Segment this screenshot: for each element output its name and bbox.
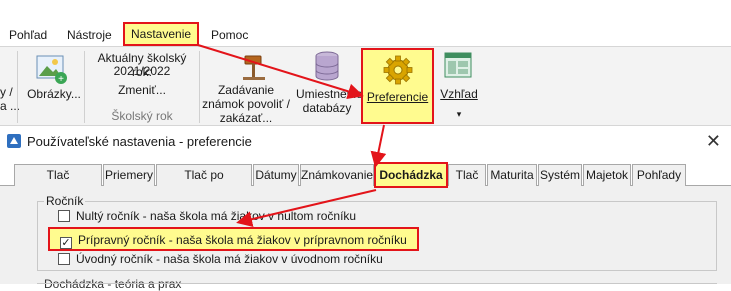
- dialog-titlebar: Používateľské nastavenia - preferencie ✕: [0, 128, 731, 154]
- gear-icon: [383, 55, 413, 85]
- tab-dates[interactable]: Dátumy: [253, 164, 299, 186]
- menu-help[interactable]: Pomoc: [211, 26, 248, 44]
- partial-left-label: y / a ...: [0, 85, 21, 113]
- intro-grade-option[interactable]: Úvodný ročník - naša škola má žiakov v ú…: [58, 252, 383, 268]
- ribbon-separator: [17, 51, 18, 123]
- group-title: Ročník: [44, 194, 86, 208]
- next-group-title: Dochádzka - teória a prax: [44, 277, 182, 291]
- ribbon-separator: [84, 51, 85, 123]
- intro-grade-checkbox[interactable]: [58, 253, 70, 265]
- database-icon: [315, 51, 339, 81]
- intro-grade-label: Úvodný ročník - naša škola má žiakov v ú…: [76, 252, 383, 266]
- preparatory-grade-option[interactable]: ✓ Prípravný ročník - naša škola má žiakov…: [48, 227, 419, 251]
- dialog-title: Používateľské nastavenia - preferencie: [27, 134, 252, 149]
- tab-print[interactable]: Tlač: [448, 164, 486, 186]
- menu-bar: Pohľad Nástroje Nastavenie Pomoc: [0, 0, 731, 48]
- tab-strip: Tlač vysvedčení Priemery Tlač po polroko…: [0, 162, 731, 202]
- view-button[interactable]: Vzhľad: [434, 87, 484, 101]
- preferences-button[interactable]: Preferencie: [361, 48, 434, 124]
- menu-tools[interactable]: Nástroje: [67, 26, 112, 44]
- menu-settings[interactable]: Nastavenie: [123, 22, 200, 46]
- tab-averages[interactable]: Priemery: [103, 164, 155, 186]
- images-button[interactable]: Obrázky...: [24, 87, 84, 101]
- change-year-button[interactable]: Zmeniť...: [86, 83, 198, 97]
- svg-text:+: +: [58, 74, 64, 85]
- image-add-icon: +: [36, 55, 67, 85]
- tab-semester-print[interactable]: Tlač po polrokoch: [156, 164, 252, 202]
- tab-grading[interactable]: Známkovanie: [300, 164, 374, 186]
- tab-system[interactable]: Systém: [538, 164, 582, 186]
- zero-grade-option[interactable]: Nultý ročník - naša škola má žiakov v nu…: [58, 209, 356, 225]
- view-dropdown-arrow[interactable]: ▾: [452, 107, 466, 121]
- database-location-button[interactable]: Umiestnenie databázy: [296, 87, 363, 115]
- tab-report-print[interactable]: Tlač vysvedčení: [14, 164, 102, 202]
- school-year-group-label: Školský rok: [111, 109, 173, 123]
- tab-property[interactable]: Majetok: [583, 164, 631, 186]
- grades-toggle-button[interactable]: Zadávanie známok povoliť / zakázať...: [200, 83, 292, 125]
- close-button[interactable]: ✕: [706, 131, 721, 152]
- tab-views[interactable]: Pohľady: [632, 164, 686, 186]
- zero-grade-label: Nultý ročník - naša škola má žiakov v nu…: [76, 209, 357, 223]
- zero-grade-checkbox[interactable]: [58, 210, 70, 222]
- tab-maturita[interactable]: Maturita: [487, 164, 537, 186]
- preparatory-grade-checkbox[interactable]: ✓: [60, 237, 72, 249]
- preferences-label: Preferencie: [366, 90, 429, 104]
- hammer-icon: [243, 55, 265, 80]
- ribbon: y / a ... + Obrázky... Aktuálny školský …: [0, 46, 731, 126]
- layout-icon: [444, 52, 472, 78]
- tab-attendance[interactable]: Dochádzka: [374, 162, 448, 188]
- school-year-value: 2021/2022: [113, 64, 171, 78]
- menu-view[interactable]: Pohľad: [9, 26, 47, 44]
- preparatory-grade-label: Prípravný ročník - naša škola má žiakov …: [78, 233, 407, 247]
- app-icon: [7, 134, 21, 148]
